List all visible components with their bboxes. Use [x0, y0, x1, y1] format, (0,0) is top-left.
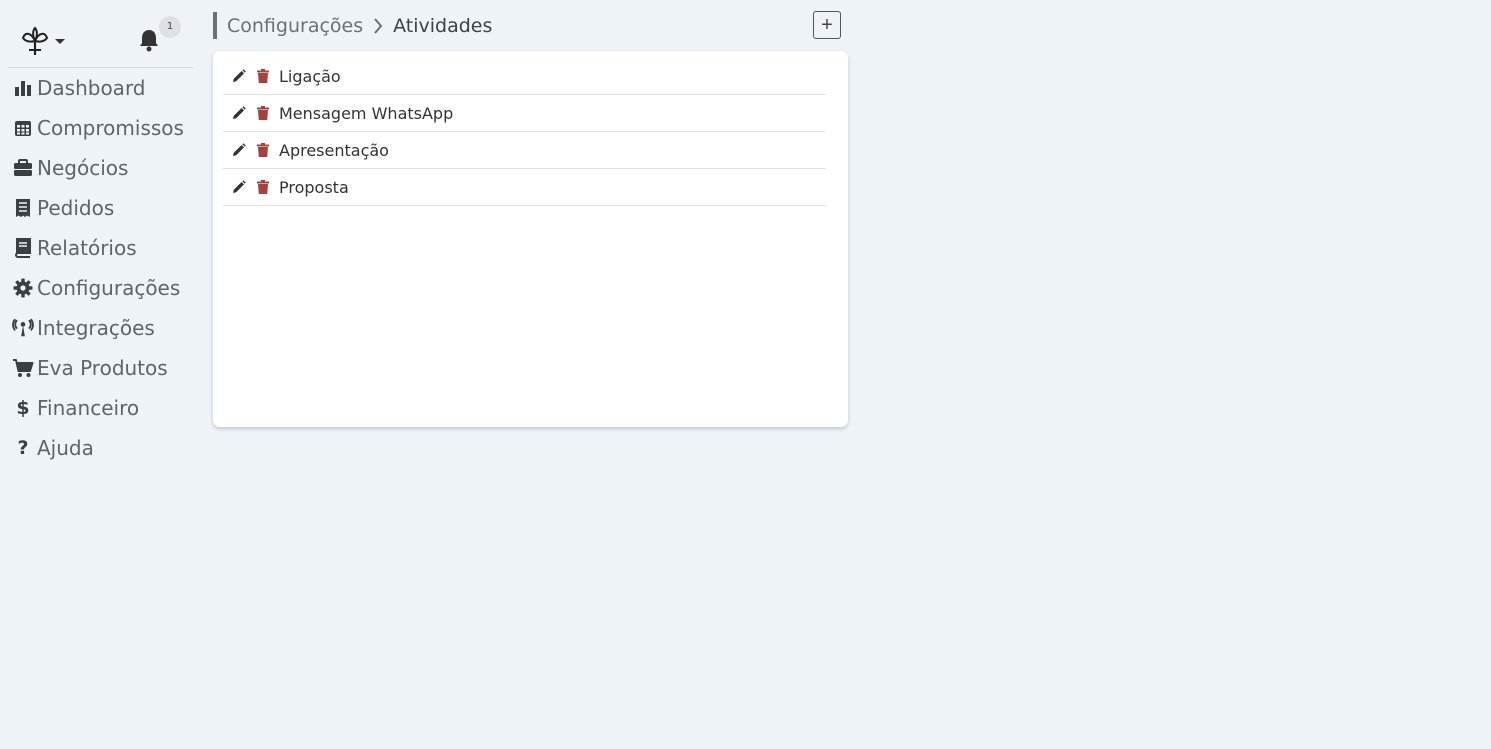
sidebar-item-ajuda[interactable]: ? Ajuda	[12, 428, 184, 468]
sidebar-item-eva-produtos[interactable]: Eva Produtos	[12, 348, 184, 388]
sidebar-item-label: Ajuda	[37, 436, 94, 460]
activity-name: Proposta	[279, 177, 349, 197]
trash-icon[interactable]	[255, 105, 271, 121]
sidebar-item-label: Relatórios	[37, 236, 137, 260]
bell-icon[interactable]	[138, 28, 160, 56]
receipt-icon	[12, 198, 34, 218]
sidebar-nav: Dashboard Compromissos Negócios Pedidos …	[12, 68, 184, 468]
dollar-icon: $	[16, 397, 30, 419]
sidebar-item-label: Financeiro	[37, 396, 140, 420]
activity-name: Apresentação	[279, 140, 389, 160]
trash-icon[interactable]	[255, 142, 271, 158]
sidebar-header: 1	[8, 14, 193, 68]
activity-name: Mensagem WhatsApp	[279, 103, 454, 123]
sidebar-item-label: Pedidos	[37, 196, 115, 220]
gear-icon	[12, 278, 34, 298]
sidebar-item-integracoes[interactable]: Integrações	[12, 308, 184, 348]
chevron-down-icon	[55, 38, 65, 44]
trash-icon[interactable]	[255, 179, 271, 195]
question-icon: ?	[17, 437, 29, 459]
sidebar-item-configuracoes[interactable]: Configurações	[12, 268, 184, 308]
pencil-icon[interactable]	[231, 179, 247, 195]
chevron-right-icon	[373, 17, 383, 34]
book-icon	[12, 238, 34, 258]
sidebar-item-dashboard[interactable]: Dashboard	[12, 68, 184, 108]
pencil-icon[interactable]	[231, 105, 247, 121]
sprout-logo-icon	[21, 26, 49, 56]
activity-name: Ligação	[279, 66, 341, 86]
activity-list: Ligação Mensagem WhatsApp Apresentação P…	[223, 58, 826, 206]
shopping-cart-icon	[12, 358, 34, 378]
list-item: Ligação	[223, 58, 826, 95]
sidebar-item-label: Eva Produtos	[37, 356, 168, 380]
pencil-icon[interactable]	[231, 68, 247, 84]
activities-card: Ligação Mensagem WhatsApp Apresentação P…	[213, 51, 848, 427]
logo-menu-button[interactable]	[21, 26, 65, 56]
breadcrumb: Configurações Atividades	[213, 12, 492, 39]
sidebar-item-relatorios[interactable]: Relatórios	[12, 228, 184, 268]
list-item: Proposta	[223, 169, 826, 206]
sidebar-item-label: Dashboard	[37, 76, 146, 100]
list-item: Mensagem WhatsApp	[223, 95, 826, 132]
sidebar-item-label: Negócios	[37, 156, 129, 180]
trash-icon[interactable]	[255, 68, 271, 84]
sidebar-item-pedidos[interactable]: Pedidos	[12, 188, 184, 228]
page-title: Atividades	[393, 14, 493, 37]
sidebar-item-label: Integrações	[37, 316, 155, 340]
add-activity-button[interactable]: +	[813, 11, 841, 39]
pencil-icon[interactable]	[231, 142, 247, 158]
sidebar-item-negocios[interactable]: Negócios	[12, 148, 184, 188]
sidebar-item-financeiro[interactable]: $ Financeiro	[12, 388, 184, 428]
list-item: Apresentação	[223, 132, 826, 169]
chart-bar-icon	[12, 79, 34, 97]
calendar-icon	[12, 119, 34, 137]
sidebar-item-label: Configurações	[37, 276, 181, 300]
sidebar-item-compromissos[interactable]: Compromissos	[12, 108, 184, 148]
sidebar-item-label: Compromissos	[37, 116, 184, 140]
briefcase-icon	[12, 159, 34, 177]
sidebar: 1 Dashboard Compromissos Negócios Pedido…	[0, 0, 200, 749]
breadcrumb-parent-link[interactable]: Configurações	[227, 15, 363, 37]
notification-badge: 1	[159, 16, 181, 38]
broadcast-tower-icon	[12, 318, 34, 338]
